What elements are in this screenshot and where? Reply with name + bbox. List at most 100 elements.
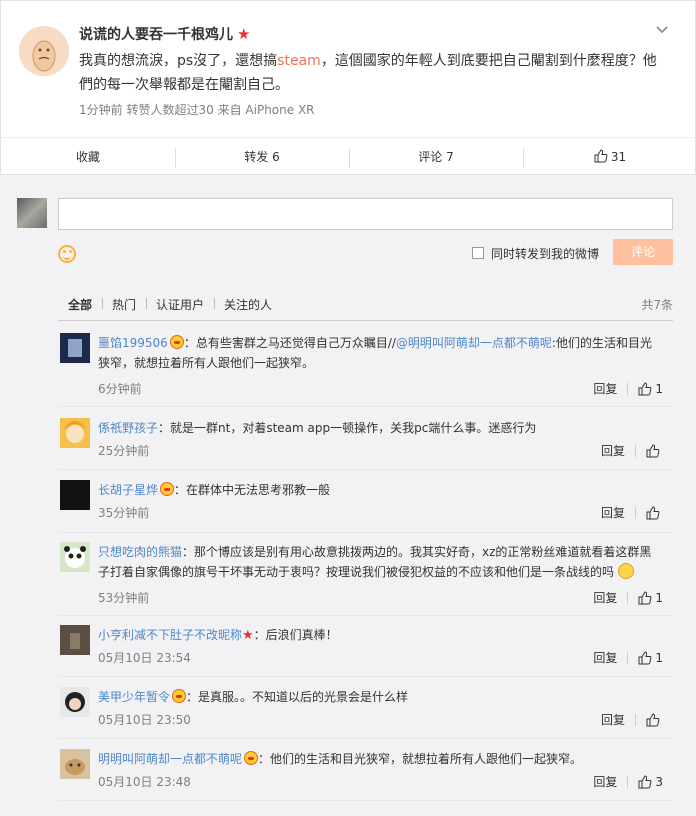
comment-text: 长胡子星烨 ：在群体中无法思考邪教一般 [98,480,658,500]
comments-section: 同时转发到我的微博 评论 全部 热门 认证用户 关注的人 共7条 噩馅19950… [0,183,696,816]
comment-item: 明明叫阿萌却一点都不萌呢 ：他们的生活和目光狭窄，就想拉着所有人跟他们一起狭窄。 … [58,749,673,801]
post-time[interactable]: 1分钟前 [79,103,123,117]
author-name[interactable]: 说谎的人要吞一千根鸡儿 [79,24,233,44]
comment-item: 美甲少年暂令 ：是真服。。不知道以后的光景会是什么样 05月10日 23:50 回… [58,687,673,739]
like-count: 31 [610,149,627,164]
collect-button[interactable]: 收藏 [1,138,175,177]
reply-button[interactable]: 回复 [593,649,617,666]
comment-like-button[interactable]: 1 [627,651,663,665]
thinking-emoji-icon [617,563,634,579]
star-badge-icon: ★ [237,25,251,43]
comment-like-button[interactable] [635,712,663,727]
comment-text: 美甲少年暂令 ：是真服。。不知道以后的光景会是什么样 [98,687,658,707]
reply-button[interactable]: 回复 [593,589,617,606]
comment-tabs: 全部 热门 认证用户 关注的人 共7条 [58,289,673,321]
post-body: 我真的想流淚，ps沒了，還想搞steam，這個國家的年輕人到底要把自己閹割到什麼… [79,49,659,97]
my-avatar[interactable] [17,198,47,228]
commenter-name[interactable]: 明明叫阿萌却一点都不萌呢 [98,752,242,766]
vip-badge-icon [244,751,259,765]
post-text-part: 我真的想流淚，ps沒了，還想搞 [79,53,278,69]
like-button[interactable]: 31 [523,138,696,177]
repost-label: 转发 6 [244,149,280,164]
reply-button[interactable]: 回复 [601,504,625,521]
reply-button[interactable]: 回复 [593,380,617,397]
post-link[interactable]: steam [277,53,321,69]
comment-time: 53分钟前 [98,591,150,605]
post-action-bar: 收藏 转发 6 评论 7 31 [1,137,696,176]
comment-avatar[interactable] [60,625,90,655]
repost-info: 转赞人数超过30 [126,103,214,117]
comment-avatar[interactable] [60,333,90,363]
comment-item: 长胡子星烨 ：在群体中无法思考邪教一般 35分钟前 回复 [58,480,673,533]
tab-verified[interactable]: 认证用户 [146,296,214,313]
star-badge-icon: ★ [242,628,254,643]
comment-count: 共7条 [641,298,673,312]
reply-button[interactable]: 回复 [593,773,617,790]
comment-text: 只想吃肉的熊猫：那个博应该是别有用心故意挑拨两边的。我其实好奇，xz的正常粉丝难… [98,542,658,582]
forward-label[interactable]: 同时转发到我的微博 [491,245,599,262]
mention-link[interactable]: @明明叫阿萌却一点都不萌呢 [396,336,552,350]
commenter-name[interactable]: 长胡子星烨 [98,483,158,497]
post-meta: 1分钟前 转赞人数超过30 来自 AiPhone XR [79,101,315,118]
comment-text: 小亨利减不下肚子不改昵称★：后浪们真棒！ [98,625,658,646]
comment-content: ：是真服。。不知道以后的光景会是什么样 [186,690,409,704]
collect-label: 收藏 [75,149,100,164]
comment-like-button[interactable]: 1 [627,591,663,605]
emoji-icon[interactable] [58,245,76,263]
vip-badge-icon [160,482,175,496]
comment-time: 05月10日 23:50 [98,713,191,727]
submit-comment-button[interactable]: 评论 [613,239,673,265]
commenter-name[interactable]: 噩馅199506 [98,336,168,350]
comment-input[interactable] [58,198,673,230]
comment-avatar[interactable] [60,542,90,572]
comment-actions: 回复 1 [593,649,663,666]
comment-actions: 回复 3 [593,773,663,790]
comment-actions: 回复 1 [593,380,663,397]
comment-like-button[interactable] [635,505,663,520]
source-prefix: 来自 [217,103,242,117]
commenter-name[interactable]: 係祇野孩子 [98,421,158,435]
thumbs-up-icon [646,505,660,519]
thumbs-up-icon [638,774,652,788]
post-source[interactable]: AiPhone XR [245,103,314,117]
comment-content: ：就是一群nt，对着steam app一顿操作，关我pc端什么事。迷惑行为 [158,421,537,435]
comment-item: 係祇野孩子：就是一群nt，对着steam app一顿操作，关我pc端什么事。迷惑… [58,418,673,470]
comment-item: 只想吃肉的熊猫：那个博应该是别有用心故意挑拨两边的。我其实好奇，xz的正常粉丝难… [58,542,673,616]
commenter-name[interactable]: 只想吃肉的熊猫 [98,545,182,559]
comment-actions: 回复 [601,711,663,728]
commenter-name[interactable]: 美甲少年暂令 [98,690,170,704]
post-author[interactable]: 说谎的人要吞一千根鸡儿 ★ [79,24,250,44]
comment-time: 05月10日 23:54 [98,651,191,665]
comment-avatar[interactable] [60,418,90,448]
comment-item: 噩馅199506 ：总有些害群之马还觉得自己万众瞩目//@明明叫阿萌却一点都不萌呢… [58,333,673,407]
comment-like-button[interactable] [635,443,663,458]
reply-button[interactable]: 回复 [601,442,625,459]
comment-content: ：他们的生活和目光狭窄，就想拉着所有人跟他们一起狭窄。 [258,752,583,766]
repost-button[interactable]: 转发 6 [175,138,349,177]
comment-avatar[interactable] [60,687,90,717]
commenter-name[interactable]: 小亨利减不下肚子不改昵称 [98,628,242,642]
vip-badge-icon [172,689,187,703]
reply-button[interactable]: 回复 [601,711,625,728]
comment-like-button[interactable]: 3 [627,775,663,789]
comment-time: 6分钟前 [98,382,142,396]
comment-like-button[interactable]: 1 [627,382,663,396]
tab-all[interactable]: 全部 [58,296,102,313]
comment-actions: 回复 [601,442,663,459]
vip-badge-icon [169,335,184,349]
thumbs-up-icon [638,381,652,395]
chevron-down-icon[interactable] [655,23,669,37]
author-avatar[interactable] [19,26,69,76]
comment-actions: 回复 1 [593,589,663,606]
thumbs-up-icon [638,650,652,664]
forward-checkbox[interactable] [472,247,484,259]
comment-avatar[interactable] [60,749,90,779]
comment-avatar[interactable] [60,480,90,510]
tab-following[interactable]: 关注的人 [214,296,282,313]
comment-label: 评论 7 [418,149,454,164]
tab-hot[interactable]: 热门 [102,296,146,313]
comment-button[interactable]: 评论 7 [349,138,523,177]
comment-time: 35分钟前 [98,506,150,520]
comment-text: 明明叫阿萌却一点都不萌呢 ：他们的生活和目光狭窄，就想拉着所有人跟他们一起狭窄。 [98,749,658,769]
thumbs-up-icon [646,443,660,457]
